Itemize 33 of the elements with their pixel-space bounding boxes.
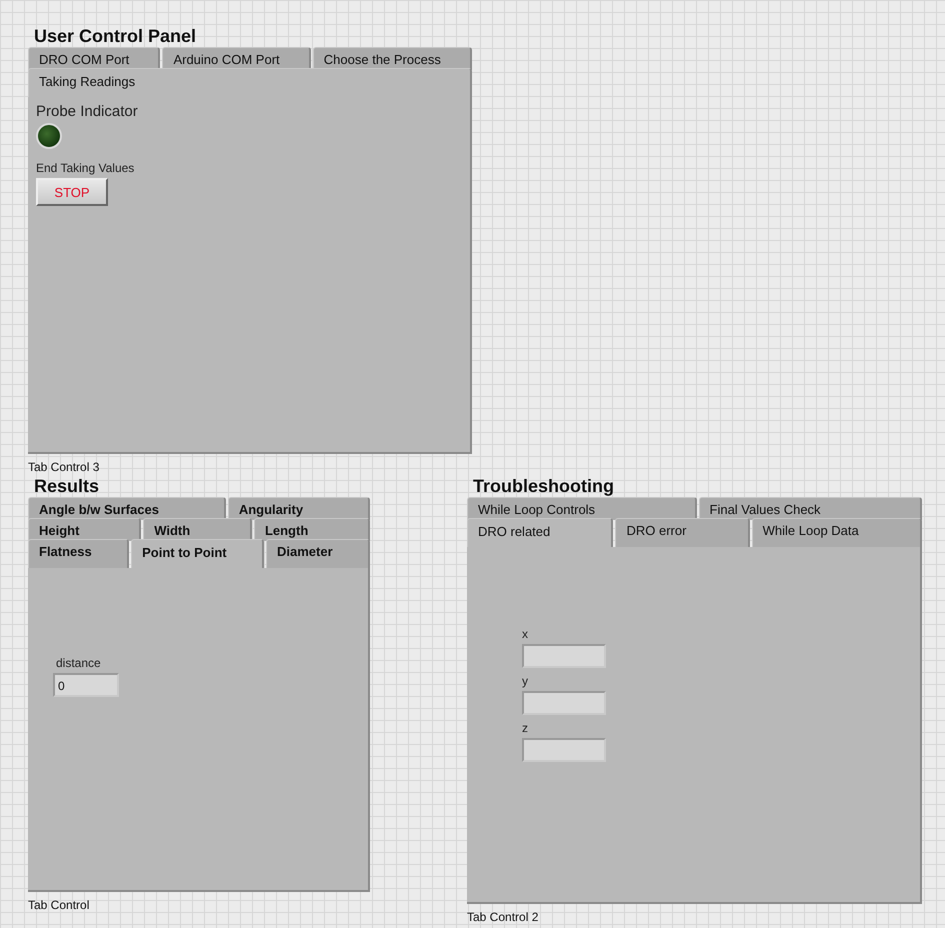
field-label: x [522,627,528,641]
tab[interactable]: DRO COM Port [28,47,160,70]
panel-title: User Control Panel [34,26,198,47]
numeric-field[interactable] [522,691,606,715]
field-label: distance [56,656,101,670]
tab[interactable]: Flatness [28,539,130,568]
tab[interactable]: Width [143,518,252,541]
button-label: End Taking Values [36,161,134,175]
tab[interactable]: Diameter [266,539,370,568]
control-caption: Tab Control 2 [467,910,540,924]
numeric-field[interactable] [522,738,606,762]
tab[interactable]: Taking Readings [28,68,472,97]
control-caption: Tab Control 3 [28,460,100,474]
panel-title: Troubleshooting [473,476,615,497]
indicator-label: Probe Indicator [36,103,138,120]
tab[interactable]: DRO error [615,518,750,547]
field-label: z [522,721,528,735]
tab[interactable]: Final Values Check [698,497,922,520]
tab[interactable]: While Loop Data [752,518,922,547]
tab[interactable]: Arduino COM Port [162,47,311,70]
tab[interactable]: Point to Point [131,539,264,568]
tab[interactable]: DRO related [467,518,614,547]
tab[interactable]: Choose the Process [312,47,472,70]
tab[interactable]: Angularity [228,497,370,520]
numeric-field[interactable] [522,644,606,668]
field-label: y [522,674,528,688]
tab[interactable]: Length [254,518,370,541]
tab[interactable]: While Loop Controls [467,497,697,520]
tab[interactable]: Height [28,518,142,541]
control-caption: Tab Control [28,898,90,912]
panel-title: Results [34,476,100,497]
numeric-field[interactable]: 0 [53,673,119,697]
tab[interactable]: Angle b/w Surfaces [28,497,226,520]
